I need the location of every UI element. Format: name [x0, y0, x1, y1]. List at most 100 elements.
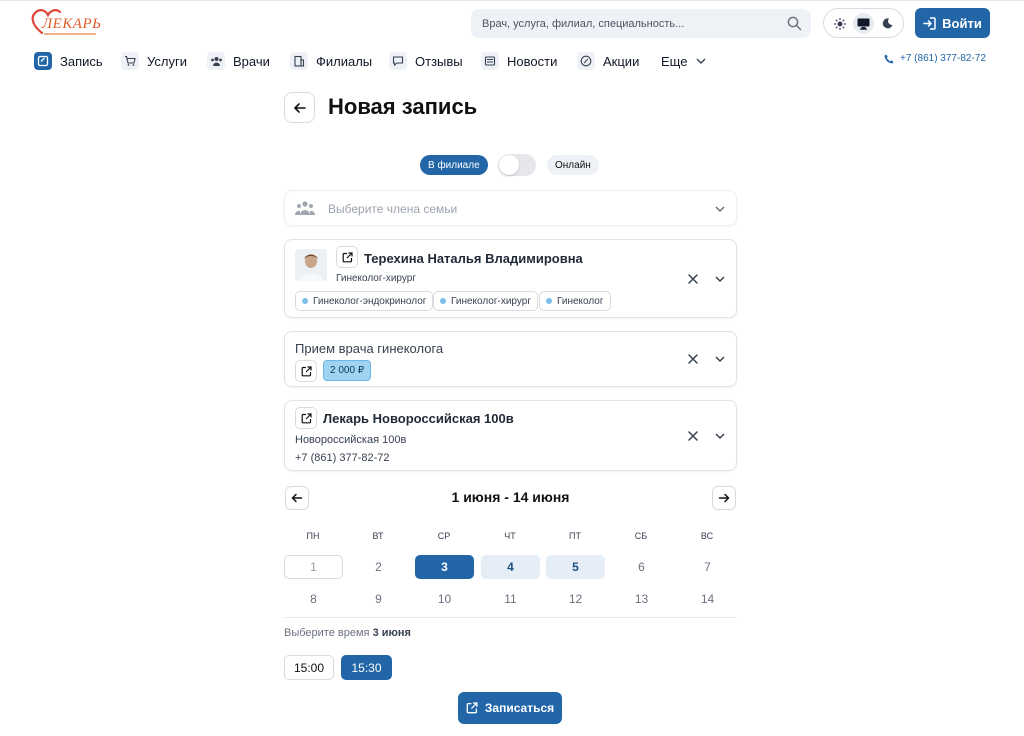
logo[interactable]: ЛЕКАРЬ: [30, 7, 102, 37]
nav-label: Филиалы: [316, 53, 373, 69]
close-icon[interactable]: [687, 353, 699, 365]
chevron-down-icon[interactable]: [713, 429, 727, 443]
calendar-day: 1: [284, 555, 343, 579]
submit-button[interactable]: Записаться: [458, 692, 562, 724]
specialty-tag: Гинеколог: [539, 291, 611, 311]
chevron-down-icon[interactable]: [713, 272, 727, 286]
time-slot[interactable]: 15:00: [284, 655, 334, 680]
family-icon: [294, 200, 316, 221]
branch-open-link-button[interactable]: [295, 407, 317, 429]
branch-name: Лекарь Новороссийская 100в: [323, 411, 514, 426]
calendar-day: 12: [568, 592, 583, 606]
service-card: Прием врача гинеколога 2 000 ₽: [284, 331, 737, 387]
mode-online-chip[interactable]: Онлайн: [547, 155, 599, 175]
chevron-down-icon[interactable]: [713, 352, 727, 366]
calendar-day: 8: [310, 592, 317, 606]
login-icon: [923, 16, 936, 30]
specialty-label: Гинеколог-хирург: [451, 295, 531, 307]
nav-label: Врачи: [233, 53, 270, 69]
divider: [284, 617, 737, 618]
appointment-icon: [34, 52, 52, 70]
submit-label: Записаться: [484, 701, 555, 715]
nav-item-promotions[interactable]: Акции: [577, 50, 639, 72]
building-icon: [290, 52, 308, 70]
external-link-icon: [301, 412, 312, 423]
family-placeholder: Выберите члена семьи: [328, 202, 458, 216]
doctor-name: Терехина Наталья Владимировна: [364, 251, 583, 266]
login-label: Войти: [942, 15, 982, 31]
calendar-day: 6: [638, 560, 645, 574]
specialty-tag: Гинеколог-эндокринолог: [295, 291, 434, 311]
branch-phone: +7 (861) 377-82-72: [295, 452, 390, 464]
service-name: Прием врача гинеколога: [295, 341, 444, 356]
nav-label: Запись: [60, 53, 103, 69]
weekday-label: ЧТ: [504, 531, 516, 541]
search-input[interactable]: [471, 9, 781, 38]
branch-address: Новороссийская 100в: [295, 434, 407, 446]
service-open-link-button[interactable]: [295, 360, 317, 382]
time-hint: Выберите время 3 июня: [284, 627, 411, 639]
calendar-day-available[interactable]: 4: [481, 555, 540, 579]
theme-switcher: [823, 8, 904, 38]
nav-item-branches[interactable]: Филиалы: [290, 50, 372, 72]
arrow-right-icon: [718, 493, 730, 503]
calendar-next-button[interactable]: [712, 486, 736, 510]
sun-icon[interactable]: [829, 13, 850, 34]
login-button[interactable]: Войти: [915, 8, 990, 38]
dot-icon: [440, 298, 446, 304]
weekday-label: ПН: [306, 531, 320, 541]
search-icon[interactable]: [787, 16, 802, 31]
family-member-select[interactable]: Выберите члена семьи: [284, 190, 737, 226]
calendar-range: 1 июня - 14 июня: [451, 489, 570, 505]
branch-card: Лекарь Новороссийская 100в Новороссийска…: [284, 400, 737, 471]
cart-icon: [121, 52, 139, 70]
weekday-label: СБ: [634, 531, 648, 541]
time-hint-prefix: Выберите время: [284, 627, 370, 639]
nav-item-reviews[interactable]: Отзывы: [389, 50, 463, 72]
external-link-icon: [301, 365, 312, 376]
phone-number: +7 (861) 377-82-72: [900, 53, 986, 64]
doctor-card: Терехина Наталья Владимировна Гинеколог-…: [284, 239, 737, 318]
moon-icon[interactable]: [877, 13, 898, 34]
nav-item-more[interactable]: Еще: [661, 50, 707, 72]
calendar-day-selected[interactable]: 3: [415, 555, 474, 579]
time-hint-date: 3 июня: [372, 627, 411, 639]
specialty-label: Гинеколог-эндокринолог: [313, 295, 427, 307]
nav-item-services[interactable]: Услуги: [121, 50, 187, 72]
close-icon[interactable]: [687, 430, 699, 442]
weekday-label: ПТ: [569, 531, 581, 541]
calendar-day-available[interactable]: 5: [546, 555, 605, 579]
logo-text: ЛЕКАРЬ: [42, 16, 102, 32]
external-link-icon: [342, 251, 353, 262]
calendar-day: 9: [375, 592, 382, 606]
toggle-knob: [499, 155, 519, 175]
calendar-day: 7: [704, 560, 711, 574]
nav-item-news[interactable]: Новости: [481, 50, 557, 72]
weekday-label: ВС: [700, 531, 714, 541]
header-phone[interactable]: +7 (861) 377-82-72: [884, 53, 986, 64]
chevron-down-icon: [715, 206, 725, 213]
external-link-icon: [466, 702, 478, 714]
specialty-tag: Гинеколог-хирург: [433, 291, 538, 311]
nav-item-doctors[interactable]: Врачи: [207, 50, 270, 72]
close-icon[interactable]: [687, 273, 699, 285]
nav-item-appointment[interactable]: Запись: [34, 50, 103, 72]
search-box: [471, 9, 811, 38]
mode-toggle[interactable]: [498, 154, 536, 176]
monitor-icon[interactable]: [853, 13, 874, 34]
doctor-avatar: [295, 249, 327, 281]
calendar-day: 2: [375, 560, 382, 574]
doctor-open-link-button[interactable]: [336, 246, 358, 268]
mode-offline-chip[interactable]: В филиале: [420, 155, 488, 175]
specialty-label: Гинеколог: [557, 295, 604, 307]
doctor-role: Гинеколог-хирург: [336, 273, 416, 284]
nav-label: Услуги: [147, 53, 187, 69]
page-title: Новая запись: [328, 94, 478, 119]
time-slot-selected[interactable]: 15:30: [341, 655, 392, 680]
nav-label: Новости: [507, 53, 558, 69]
logo-underline: [44, 33, 96, 35]
doctors-icon: [207, 52, 225, 70]
arrow-left-icon: [293, 102, 306, 113]
nav-label: Еще: [661, 53, 688, 69]
back-button[interactable]: [284, 92, 315, 123]
